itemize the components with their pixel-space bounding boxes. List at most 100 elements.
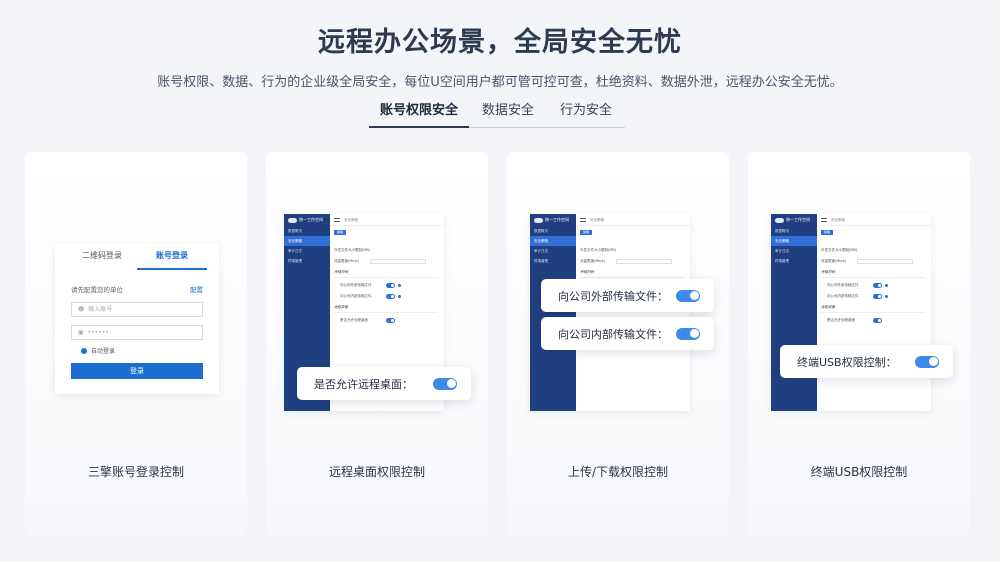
login-tab-account[interactable]: 账号登录 xyxy=(137,244,207,270)
menu-icon xyxy=(580,218,586,222)
mock-menu-item: 安全策略 xyxy=(771,236,817,246)
mock-topbar: 安全策略 xyxy=(576,214,690,226)
mock-logo: 统一工作空间 xyxy=(771,214,817,226)
card-remote-desktop: 统一工作空间 数据概况 安全策略 审计日志 终端管理 安全策略 策略 外发文件大… xyxy=(266,152,488,536)
mock-section: 远程桌面 xyxy=(821,305,835,309)
mock-topbar: 安全策略 xyxy=(330,214,444,226)
password-mask: •••••• xyxy=(87,329,109,336)
mock-menu-item: 数据概况 xyxy=(534,229,548,233)
float-toggle-card: 向公司外部传输文件： xyxy=(541,279,714,312)
mock-menu-item: 安全策略 xyxy=(284,236,330,246)
info-dot-icon xyxy=(398,284,401,287)
password-input[interactable]: ▣ •••••• xyxy=(71,325,203,340)
card-file-transfer: 统一工作空间 数据概况 安全策略 审计日志 终端管理 安全策略 策略 外发文件大… xyxy=(507,152,729,536)
mock-switch xyxy=(873,318,882,323)
mock-menu-item: 数据概况 xyxy=(288,229,302,233)
mock-divider xyxy=(580,277,684,278)
mock-menu-item: 审计日志 xyxy=(534,249,548,253)
mock-row: 向公司外部传输文件 xyxy=(827,283,859,287)
check-icon xyxy=(81,347,87,354)
mock-logo: 统一工作空间 xyxy=(284,214,330,226)
mock-menu-item: 终端管理 xyxy=(288,259,302,263)
card-account-login: 二维码登录 账号登录 请先配置您的单位 配置 ☻ 输入账号 ▣ •••••• 自… xyxy=(25,152,247,536)
mock-divider xyxy=(334,312,438,313)
account-placeholder: 输入账号 xyxy=(88,306,113,313)
mock-section: 传输控制 xyxy=(821,270,835,274)
mock-row: 流量限速(Mb/s) xyxy=(580,259,605,263)
mock-badge: 策略 xyxy=(580,230,592,235)
float-toggle-card: 向公司内部传输文件： xyxy=(541,317,714,350)
config-link[interactable]: 配置 xyxy=(190,284,203,294)
mock-menu-item: 审计日志 xyxy=(288,249,302,253)
mock-menu-item: 数据概况 xyxy=(775,229,789,233)
auto-login-label: 自动登录 xyxy=(91,348,116,355)
mock-logo: 统一工作空间 xyxy=(530,214,576,226)
mock-row: 外发文件大小限制(MB) xyxy=(580,248,617,252)
info-dot-icon xyxy=(398,295,401,298)
card-caption: 上传/下载权限控制 xyxy=(567,465,669,479)
info-dot-icon xyxy=(885,295,888,298)
mock-section: 远程桌面 xyxy=(334,305,348,309)
user-icon: ☻ xyxy=(78,306,85,313)
unit-prompt: 请先配置您的单位 xyxy=(71,286,123,294)
float-toggle-card: 是否允许远程桌面： xyxy=(297,367,471,400)
mock-switch xyxy=(873,294,882,299)
card-caption: 三擎账号登录控制 xyxy=(87,465,184,479)
toggle-label: 向公司外部传输文件： xyxy=(558,289,668,303)
usb-control-toggle[interactable] xyxy=(915,355,939,368)
float-toggle-card: 终端USB权限控制： xyxy=(780,345,953,378)
page-subtitle: 账号权限、数据、行为的企业级全局安全，每位U空间用户都可管可控可查，杜绝资料、数… xyxy=(157,75,843,90)
cloud-icon xyxy=(534,217,543,223)
mock-row: 流量限速(Mb/s) xyxy=(821,259,846,263)
tab-behavior-security[interactable]: 行为安全 xyxy=(547,100,625,128)
mock-menu-item: 审计日志 xyxy=(775,249,789,253)
mock-switch xyxy=(386,283,395,288)
mock-row: 向公司内部传输文件 xyxy=(827,294,859,298)
mock-row: 是否允许远程桌面 xyxy=(340,318,368,322)
mock-sidebar: 统一工作空间 数据概况 安全策略 审计日志 终端管理 xyxy=(771,214,817,411)
mock-divider xyxy=(334,277,438,278)
mock-row: 外发文件大小限制(MB) xyxy=(821,248,858,252)
mock-input xyxy=(857,259,913,264)
remote-desktop-toggle[interactable] xyxy=(433,377,457,390)
menu-icon xyxy=(334,218,340,222)
card-usb-control: 统一工作空间 数据概况 安全策略 审计日志 终端管理 安全策略 策略 外发文件大… xyxy=(748,152,970,536)
tab-data-security[interactable]: 数据安全 xyxy=(469,100,547,128)
auto-login-checkbox[interactable]: 自动登录 xyxy=(81,346,203,355)
lock-icon: ▣ xyxy=(78,329,84,336)
app-mockup: 统一工作空间 数据概况 安全策略 审计日志 终端管理 安全策略 策略 外发文件大… xyxy=(771,214,931,411)
cloud-icon xyxy=(288,217,297,223)
mock-badge: 策略 xyxy=(821,230,833,235)
mock-menu-item: 安全策略 xyxy=(530,236,576,246)
mock-menu-item: 终端管理 xyxy=(775,259,789,263)
mock-input xyxy=(370,259,426,264)
toggle-label: 是否允许远程桌面： xyxy=(314,377,413,391)
app-mockup: 统一工作空间 数据概况 安全策略 审计日志 终端管理 安全策略 策略 外发文件大… xyxy=(530,214,690,411)
toggle-label: 向公司内部传输文件： xyxy=(558,327,668,341)
mock-menu-item: 终端管理 xyxy=(534,259,548,263)
mock-section: 传输控制 xyxy=(334,270,348,274)
login-tab-qr[interactable]: 二维码登录 xyxy=(67,244,137,270)
mock-badge: 策略 xyxy=(334,230,346,235)
feature-tabs: 账号权限安全 数据安全 行为安全 xyxy=(369,100,625,128)
account-input[interactable]: ☻ 输入账号 xyxy=(71,302,203,317)
login-button[interactable]: 登录 xyxy=(71,363,203,379)
mock-row: 向公司内部传输文件 xyxy=(340,294,372,298)
menu-icon xyxy=(821,218,827,222)
mock-sidebar: 统一工作空间 数据概况 安全策略 审计日志 终端管理 xyxy=(530,214,576,411)
card-caption: 远程桌面权限控制 xyxy=(328,465,425,479)
mock-switch xyxy=(386,318,395,323)
mock-topbar: 安全策略 xyxy=(817,214,931,226)
mock-switch xyxy=(873,283,882,288)
cloud-icon xyxy=(775,217,784,223)
internal-transfer-toggle[interactable] xyxy=(676,327,700,340)
mock-section: 传输控制 xyxy=(580,270,594,274)
mock-divider xyxy=(821,312,925,313)
mock-switch xyxy=(386,294,395,299)
external-transfer-toggle[interactable] xyxy=(676,289,700,302)
mock-row: 外发文件大小限制(MB) xyxy=(334,248,371,252)
card-caption: 终端USB权限控制 xyxy=(810,465,908,479)
mock-row: 向公司外部传输文件 xyxy=(340,283,372,287)
info-dot-icon xyxy=(885,284,888,287)
tab-account-security[interactable]: 账号权限安全 xyxy=(369,100,469,128)
